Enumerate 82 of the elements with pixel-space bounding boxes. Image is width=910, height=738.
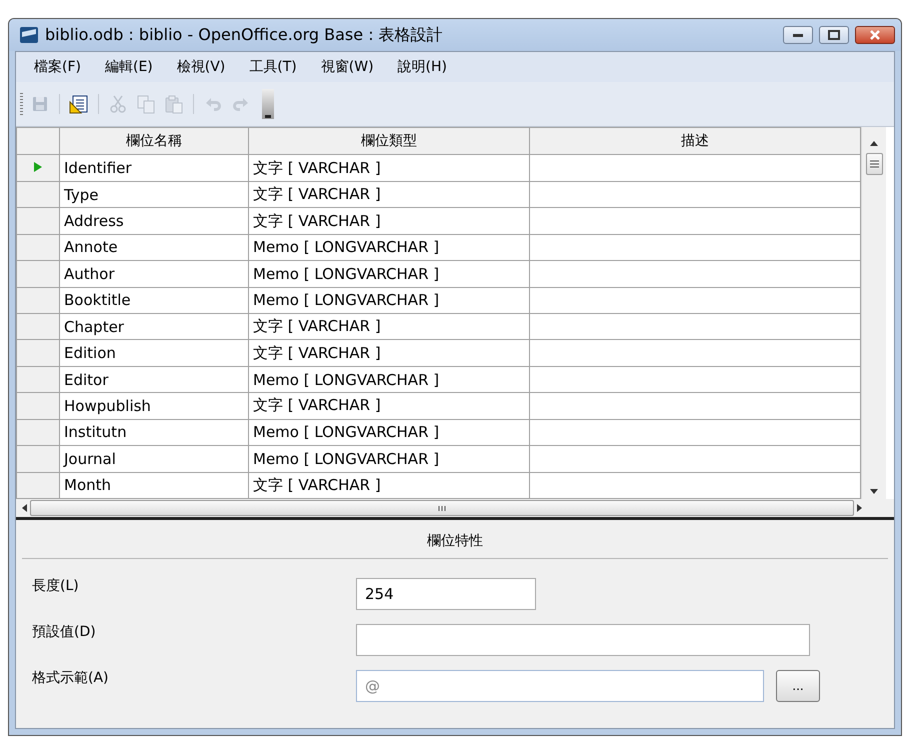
table-cell[interactable] [530,392,860,420]
caret-icon [264,113,272,119]
table-cell[interactable]: Edition [60,340,248,366]
row-header[interactable] [16,208,60,234]
row-header[interactable] [16,234,60,261]
toolbar-more-button[interactable] [262,89,274,119]
table-cell[interactable]: 文字 [ VARCHAR ] [248,154,530,182]
table-cell[interactable] [530,260,860,288]
row-header[interactable] [16,154,60,182]
table-cell[interactable] [530,419,860,446]
column-header[interactable]: 欄位名稱 [60,128,248,155]
table-cell[interactable]: 文字 [ VARCHAR ] [248,392,530,420]
row-header[interactable] [16,366,60,393]
table-cell[interactable] [530,234,860,261]
table-cell[interactable]: Annote [60,234,248,261]
ruler-sheet-icon[interactable] [69,94,89,114]
menu-item[interactable]: 檢視(V) [164,56,238,78]
field-label: 長度(L) [31,577,80,595]
table-cell[interactable] [530,340,860,366]
row-header[interactable] [16,392,60,420]
table-cell[interactable]: Memo [ LONGVARCHAR ] [248,366,530,393]
table-cell[interactable]: Journal [60,446,248,472]
field-label: 預設值(D) [31,623,97,641]
minimize-button[interactable] [783,26,813,44]
table-cell[interactable]: Memo [ LONGVARCHAR ] [248,260,530,288]
table-cell[interactable]: Memo [ LONGVARCHAR ] [248,287,530,314]
row-header[interactable] [16,287,60,314]
table-cell[interactable]: Editor [60,366,248,393]
close-button[interactable] [855,26,895,44]
row-header[interactable] [16,314,60,340]
table-cell[interactable]: Author [60,260,248,288]
table-cell[interactable]: Identifier [60,154,248,182]
field-label: 格式示範(A) [31,669,110,687]
minimize-icon [792,32,804,38]
table-cell[interactable] [530,181,860,208]
table-cell[interactable] [530,446,860,472]
table-cell[interactable]: Type [60,181,248,208]
scroll-thumb[interactable] [30,500,854,516]
table-cell[interactable]: Memo [ LONGVARCHAR ] [248,446,530,472]
toolbar-grip[interactable] [20,93,23,115]
maximize-icon [828,30,840,40]
scroll-thumb[interactable] [866,153,882,175]
input-field[interactable] [356,624,810,656]
menu-item[interactable]: 編輯(E) [92,56,165,78]
table-cell[interactable]: Chapter [60,314,248,340]
table-cell[interactable] [530,366,860,393]
table-cell[interactable]: 文字 [ VARCHAR ] [248,181,530,208]
scroll-left-icon[interactable] [20,503,28,513]
row-header[interactable] [16,419,60,446]
menu-item[interactable]: 檔案(F) [22,56,93,78]
table-cell[interactable]: Memo [ LONGVARCHAR ] [248,419,530,446]
row-header[interactable] [16,260,60,288]
menu-item[interactable]: 說明(H) [386,56,459,78]
close-icon [869,30,881,40]
menu-item[interactable]: 工具(T) [237,56,309,78]
app-icon [19,26,39,44]
row-header[interactable] [16,472,60,498]
table-cell[interactable]: 文字 [ VARCHAR ] [248,314,530,340]
menu-item[interactable]: 視窗(W) [308,56,386,78]
table-cell[interactable] [530,208,860,234]
section-title: 欄位特性 [22,526,888,559]
maximize-button[interactable] [819,26,849,44]
scroll-right-icon[interactable] [856,503,864,513]
table-cell[interactable]: 文字 [ VARCHAR ] [248,340,530,366]
table-cell[interactable]: Memo [ LONGVARCHAR ] [248,234,530,261]
table-cell[interactable]: Institutn [60,419,248,446]
column-header[interactable]: 欄位類型 [248,128,530,155]
row-header[interactable] [16,446,60,472]
table-cell[interactable]: Address [60,208,248,234]
table-cell[interactable]: Howpublish [60,392,248,420]
table-cell[interactable] [530,154,860,182]
table-cell[interactable] [530,287,860,314]
scroll-down-icon[interactable] [869,487,879,495]
window-title: biblio.odb : biblio - OpenOffice.org Base : 表格設計 [45,24,444,46]
column-header[interactable]: 描述 [530,128,860,155]
scroll-up-icon[interactable] [869,139,879,147]
input-field[interactable]: 254 [356,578,536,610]
table-cell[interactable]: Booktitle [60,287,248,314]
table-cell[interactable] [530,314,860,340]
table-cell[interactable]: 文字 [ VARCHAR ] [248,208,530,234]
row-header[interactable] [16,340,60,366]
row-header[interactable] [16,181,60,208]
